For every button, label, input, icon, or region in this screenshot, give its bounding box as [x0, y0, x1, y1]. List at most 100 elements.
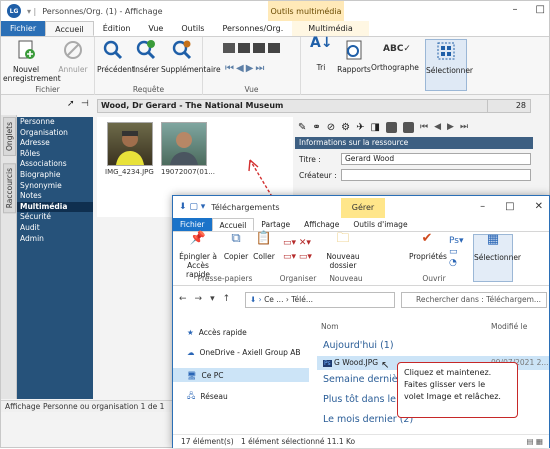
ex-tab-accueil[interactable]: Accueil	[211, 218, 255, 231]
minimize-icon[interactable]: –	[513, 4, 518, 15]
thumbnail-2[interactable]	[161, 122, 207, 166]
titre-field[interactable]: Gerard Wood	[341, 153, 531, 165]
properties-button[interactable]: ✔ Propriétés	[409, 232, 447, 261]
side-tab-onglets[interactable]: Onglets	[3, 117, 16, 156]
link-icon[interactable]: ⚭	[312, 122, 320, 133]
nav-item-notes[interactable]: Notes	[17, 191, 93, 202]
new-record-button[interactable]: Nouvel enregistrement	[3, 39, 61, 83]
save-icon[interactable]: ▾ |	[27, 7, 36, 16]
select-grid-icon: ▦	[486, 232, 500, 247]
close-icon[interactable]: ✕	[535, 201, 543, 212]
paste-button[interactable]: 📋 Coller	[251, 232, 277, 261]
up-icon[interactable]: ↑	[223, 294, 231, 304]
edit-icon[interactable]: ✎	[298, 122, 306, 133]
nav-item-adresse[interactable]: Adresse	[17, 138, 93, 149]
view-grid-icon[interactable]	[253, 43, 265, 53]
explorer-sidebar: ★ Accès rapide ☁ OneDrive - Axiell Group A…	[173, 314, 311, 434]
sort-button[interactable]: A↓ Tri	[307, 36, 335, 72]
createur-field[interactable]	[341, 169, 531, 181]
view-toggle-icons[interactable]: ▤ ▦	[526, 435, 543, 449]
sidebar-ce-pc[interactable]: 🖥 Ce PC	[173, 368, 309, 382]
sidebar-label: Ce PC	[201, 370, 224, 380]
next-icon[interactable]: ▶	[447, 122, 454, 132]
ribbon-group-vue: ⏮◀▶⏭ Vue	[203, 37, 301, 95]
side-tab-raccourcis[interactable]: Raccourcis	[3, 163, 16, 214]
organise-icons[interactable]: ▭▾ ✕▾ ▭▾ ▭▾	[283, 236, 312, 264]
nav-item-organisation[interactable]: Organisation	[17, 128, 93, 139]
recent-icon[interactable]: ▾	[210, 294, 215, 304]
ex-tab-outils-image[interactable]: Outils d'image	[346, 218, 414, 231]
cancel-button[interactable]: Annuler	[55, 39, 91, 74]
sidebar-quick-access[interactable]: ★ Accès rapide	[187, 328, 247, 337]
nav-item-audit[interactable]: Audit	[17, 223, 93, 234]
spelling-button[interactable]: ABC✓ Orthographe	[371, 39, 419, 72]
ex-tab-partage[interactable]: Partage	[254, 218, 297, 231]
address-bar[interactable]: ⬇ › Ce ... › Télé...	[245, 292, 395, 308]
first-icon[interactable]: ⏮	[420, 122, 428, 132]
ribbon-tabs: Fichier Accueil Édition Vue Outils Perso…	[1, 21, 549, 37]
image-view-icon[interactable]	[402, 121, 414, 133]
nav-item-multimedia[interactable]: Multimédia	[17, 201, 93, 213]
tab-personnes[interactable]: Personnes/Org.	[213, 21, 292, 36]
back-icon[interactable]: ←	[179, 294, 187, 304]
group-last-week[interactable]: Semaine dernière	[323, 374, 407, 385]
select-button[interactable]: Sélectionner	[425, 39, 473, 91]
sidebar-reseau[interactable]: 🖧 Réseau	[187, 390, 228, 403]
open-icons[interactable]: Ps▾ ▭ ◔	[449, 236, 463, 269]
nav-item-associations[interactable]: Associations	[17, 159, 93, 170]
status-record: Personne ou organisation 1 de 1	[43, 402, 165, 411]
view-table-icon[interactable]	[268, 43, 280, 53]
nav-item-admin[interactable]: Admin	[17, 234, 93, 245]
last-icon[interactable]: ⏭	[460, 122, 468, 132]
pin-quick-access-button[interactable]: 📌 Épingler à Accès rapide	[175, 232, 221, 279]
ex-select-button[interactable]: ▦ Sélectionner	[473, 232, 521, 282]
copy-button[interactable]: ⧉ Copier	[223, 232, 249, 261]
new-folder-button[interactable]: 🗀 Nouveau dossier	[323, 232, 363, 270]
record-navigation-icons[interactable]: ⏮◀▶⏭	[225, 63, 266, 74]
column-name[interactable]: Nom	[321, 322, 339, 331]
column-modified[interactable]: Modifié le	[491, 322, 527, 331]
maximize-icon[interactable]: □	[505, 201, 514, 212]
tab-edition[interactable]: Édition	[94, 21, 140, 36]
star-icon: ★	[187, 328, 194, 337]
group-today[interactable]: Aujourd'hui (1)	[323, 340, 394, 351]
rocket-icon[interactable]: ✈	[356, 122, 364, 133]
reports-button[interactable]: Rapports	[337, 39, 371, 74]
settings-icon[interactable]: ⚙	[341, 122, 350, 133]
address-segment-1[interactable]: Ce ...	[264, 295, 283, 304]
tab-fichier[interactable]: Fichier	[1, 21, 46, 36]
maximize-icon[interactable]: □	[536, 4, 545, 15]
sidebar-onedrive[interactable]: ☁ OneDrive - Axiell Group AB	[187, 348, 301, 357]
new-folder-label: Nouveau dossier	[326, 252, 360, 270]
nav-item-personne[interactable]: Personne	[17, 117, 93, 128]
address-segment-2[interactable]: Télé...	[291, 295, 313, 304]
unlink-icon[interactable]: ⊘	[327, 122, 335, 133]
nav-item-biographie[interactable]: Biographie	[17, 170, 93, 181]
tab-accueil[interactable]: Accueil	[45, 21, 94, 36]
minimize-icon[interactable]: –	[480, 201, 485, 212]
pointer-icon[interactable]: ➚	[67, 99, 75, 109]
bookmark-icon[interactable]: ◨	[371, 122, 380, 133]
tab-multimedia[interactable]: Multimédia	[292, 21, 369, 36]
ex-tab-fichier[interactable]: Fichier	[173, 218, 212, 231]
pin-icon[interactable]: ⊣	[81, 99, 89, 109]
ribbon: Nouvel enregistrement Annuler Fichier Pr…	[1, 36, 549, 95]
nav-item-synonymie[interactable]: Synonymie	[17, 181, 93, 192]
new-record-icon	[18, 40, 35, 59]
view-list-icon[interactable]	[238, 43, 250, 53]
thumbnail-1[interactable]	[107, 122, 153, 166]
tab-outils[interactable]: Outils	[172, 21, 213, 36]
view-form-icon[interactable]	[223, 43, 235, 53]
forward-icon[interactable]: →	[195, 294, 203, 304]
search-input[interactable]: Rechercher dans : Téléchargem...	[401, 292, 547, 308]
nav-item-securite[interactable]: Sécurité	[17, 212, 93, 223]
ex-tab-affichage[interactable]: Affichage	[297, 218, 346, 231]
supplementary-query-button[interactable]: Supplémentaire	[161, 39, 221, 74]
tab-vue[interactable]: Vue	[139, 21, 172, 36]
prev-icon[interactable]: ◀	[434, 122, 441, 132]
grid-view-icon[interactable]	[385, 121, 397, 133]
insert-query-button[interactable]: Insérer	[131, 39, 161, 74]
item-count: 17 élément(s)	[181, 437, 234, 446]
nav-item-roles[interactable]: Rôles	[17, 149, 93, 160]
previous-query-button[interactable]: Précédent	[97, 39, 135, 74]
